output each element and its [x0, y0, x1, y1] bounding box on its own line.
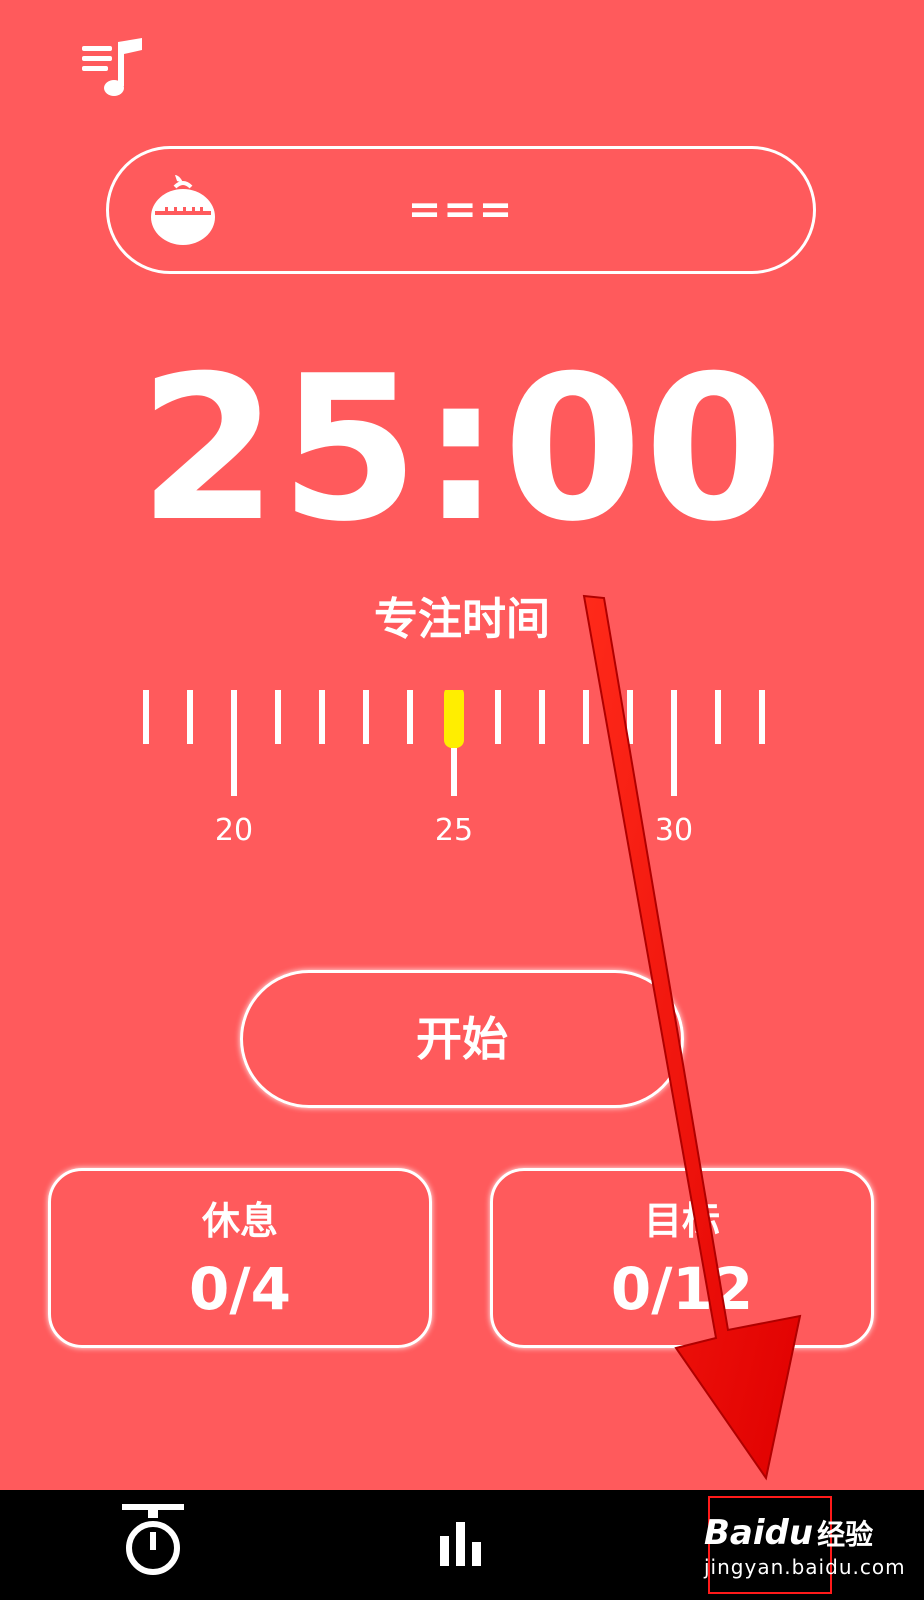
stopwatch-icon — [122, 1504, 184, 1575]
ruler-minor-tick — [187, 686, 193, 744]
goal-card[interactable]: 目标 0/12 — [490, 1168, 874, 1348]
watermark-brand: Baidu — [704, 1513, 814, 1553]
watermark-url: jingyan.baidu.com — [704, 1555, 906, 1579]
rest-value: 0/4 — [189, 1255, 291, 1323]
task-selector[interactable]: === — [106, 146, 816, 274]
ruler-label: 25 — [435, 813, 473, 848]
rest-title: 休息 — [201, 1199, 278, 1243]
music-playlist-icon[interactable] — [80, 38, 148, 102]
ruler-label: 20 — [215, 813, 253, 848]
ruler-minor-tick — [143, 686, 149, 744]
ruler-minor-tick — [319, 686, 325, 744]
app-screen: === 25:00 专注时间 20 25 30 开始 休息 0/4 目标 0/12 — [0, 0, 924, 1600]
ruler-minor-tick — [363, 686, 369, 744]
ruler-minor-tick — [759, 686, 765, 744]
ruler-minor-tick — [407, 686, 413, 744]
ruler-major-tick — [671, 686, 677, 796]
nav-stats-tab[interactable] — [420, 1490, 504, 1600]
ruler-label: 30 — [655, 813, 693, 848]
ruler-minor-tick — [715, 686, 721, 744]
task-label: === — [407, 187, 515, 233]
bar-chart-icon — [440, 1522, 481, 1566]
ruler-minor-tick — [539, 686, 545, 744]
ruler-tick-selected-stem — [451, 748, 457, 796]
ruler-minor-tick — [275, 686, 281, 744]
ruler-minor-tick — [583, 686, 589, 744]
timer-mode-label: 专注时间 — [374, 594, 550, 645]
goal-title: 目标 — [643, 1199, 720, 1243]
minute-ruler[interactable]: 20 25 30 — [130, 686, 790, 870]
rest-card[interactable]: 休息 0/4 — [48, 1168, 432, 1348]
ruler-selected-indicator[interactable] — [444, 686, 464, 748]
timer-display: 25:00 — [138, 333, 786, 566]
watermark-brand-cn: 经验 — [817, 1518, 874, 1551]
watermark: Baidu 经验 jingyan.baidu.com — [704, 1514, 924, 1580]
nav-timer-tab[interactable] — [110, 1490, 200, 1600]
ruler-major-tick — [231, 686, 237, 796]
ruler-minor-tick — [627, 686, 633, 744]
goal-value: 0/12 — [610, 1255, 754, 1323]
ruler-minor-tick — [495, 686, 501, 744]
start-button[interactable]: 开始 — [240, 970, 684, 1108]
